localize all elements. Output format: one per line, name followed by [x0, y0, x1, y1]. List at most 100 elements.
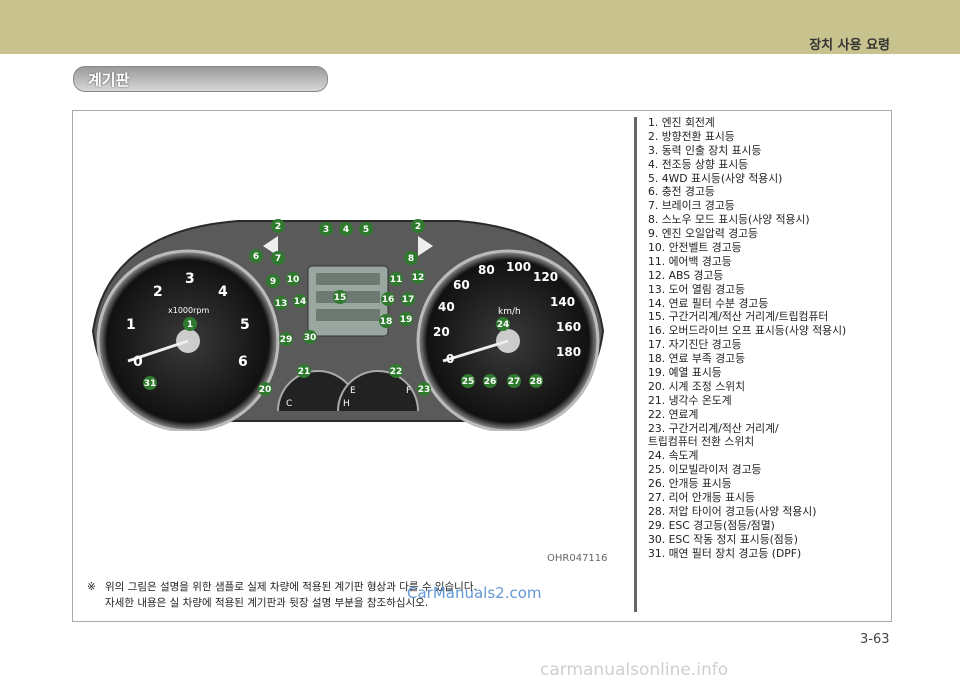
- svg-text:2: 2: [275, 222, 281, 232]
- fuel-label-f: F: [406, 386, 411, 396]
- legend-item: 20. 시계 조정 스위치: [648, 379, 745, 393]
- section-label-pill: 계기판: [73, 66, 328, 92]
- legend-item: 7. 브레이크 경고등: [648, 199, 735, 213]
- tach-tick-6: 6: [238, 354, 248, 370]
- svg-text:15: 15: [334, 293, 347, 303]
- tach-unit: x1000rpm: [168, 306, 209, 315]
- legend-item: 22. 연료계: [648, 407, 699, 421]
- lcd-segment-top: [316, 273, 380, 285]
- speed-tick-100: 100: [506, 260, 531, 274]
- legend-item: 28. 저압 타이어 경고등(사양 적용시): [648, 504, 817, 518]
- svg-text:31: 31: [144, 379, 157, 389]
- image-code: OHR047116: [547, 553, 608, 564]
- callout-30: 30: [303, 330, 317, 344]
- callout-18: 18: [379, 314, 393, 328]
- speed-tick-20: 20: [433, 325, 450, 339]
- svg-text:21: 21: [298, 367, 311, 377]
- svg-text:18: 18: [380, 317, 393, 327]
- tach-tick-1: 1: [126, 317, 136, 333]
- svg-text:25: 25: [462, 377, 475, 387]
- legend-item: 21. 냉각수 온도계: [648, 393, 732, 407]
- legend-item: 26. 안개등 표시등: [648, 477, 732, 491]
- callout-22: 22: [389, 364, 403, 378]
- callout-26: 26: [483, 374, 497, 388]
- callout-20: 20: [258, 382, 272, 396]
- tach-tick-2: 2: [153, 284, 163, 300]
- svg-text:7: 7: [275, 254, 281, 264]
- speed-tick-140: 140: [550, 295, 575, 309]
- tach-tick-3: 3: [185, 271, 195, 287]
- legend-item: 19. 예열 표시등: [648, 366, 722, 380]
- callout-2-left: 2: [271, 219, 285, 233]
- legend-item: 5. 4WD 표시등(사양 적용시): [648, 171, 783, 185]
- legend-item: 8. 스노우 모드 표시등(사양 적용시): [648, 213, 810, 227]
- svg-text:2: 2: [415, 222, 421, 232]
- callout-31: 31: [143, 376, 157, 390]
- callout-21: 21: [297, 364, 311, 378]
- note-line-2: 자세한 내용은 실 차량에 적용된 계기판과 뒷장 설명 부분을 참조하십시오.: [105, 597, 429, 609]
- legend-item: 15. 구간거리계/적산 거리계/트립컴퓨터: [648, 310, 829, 324]
- tach-tick-5: 5: [240, 317, 250, 333]
- legend-item: 31. 매연 필터 장치 경고등 (DPF): [648, 546, 802, 560]
- legend-item: 18. 연료 부족 경고등: [648, 352, 745, 366]
- callout-28: 28: [529, 374, 543, 388]
- svg-text:29: 29: [280, 335, 293, 345]
- legend-item: 4. 전조등 상향 표시등: [648, 157, 749, 171]
- tach-tick-0: 0: [133, 354, 143, 370]
- svg-text:19: 19: [400, 315, 413, 325]
- speed-tick-120: 120: [533, 270, 558, 284]
- legend-item: 14. 연료 필터 수분 경고등: [648, 296, 769, 310]
- legend-item: 27. 리어 안개등 표시등: [648, 491, 755, 505]
- legend-item: 13. 도어 열림 경고등: [648, 282, 745, 296]
- legend-item: 30. ESC 작동 정지 표시등(점등): [648, 532, 798, 546]
- callout-14: 14: [293, 294, 307, 308]
- callout-3: 3: [319, 222, 333, 236]
- legend-item: 1. 엔진 회전계: [648, 116, 715, 129]
- callout-11: 11: [389, 272, 403, 286]
- legend-divider: [634, 117, 637, 612]
- callout-29: 29: [279, 332, 293, 346]
- fuel-label-e: E: [350, 386, 356, 396]
- svg-text:14: 14: [294, 297, 307, 307]
- legend-item: 11. 에어백 경고등: [648, 254, 732, 268]
- svg-text:22: 22: [390, 367, 403, 377]
- section-label: 계기판: [88, 71, 130, 89]
- instrument-cluster-figure: 0 1 2 3 4 5 6 x1000rpm 0 20 40 60 80 100…: [73, 111, 613, 609]
- svg-text:30: 30: [304, 333, 317, 343]
- svg-text:12: 12: [412, 273, 425, 283]
- svg-text:27: 27: [508, 377, 521, 387]
- legend-list: 1. 엔진 회전계 2. 방향전환 표시등 3. 동력 인출 장치 표시등 4.…: [648, 116, 888, 561]
- top-banner: 장치 사용 요령: [0, 0, 960, 54]
- callout-1: 1: [183, 317, 197, 331]
- speed-tick-80: 80: [478, 263, 495, 277]
- svg-text:26: 26: [484, 377, 497, 387]
- legend-item: 10. 안전벨트 경고등: [648, 241, 742, 255]
- callout-4: 4: [339, 222, 353, 236]
- callout-17: 17: [401, 292, 415, 306]
- speed-tick-160: 160: [556, 320, 581, 334]
- svg-text:10: 10: [287, 275, 300, 285]
- callout-10: 10: [286, 272, 300, 286]
- legend-item: 3. 동력 인출 장치 표시등: [648, 143, 762, 157]
- legend-item: 6. 충전 경고등: [648, 185, 715, 199]
- legend-item: 트립컴퓨터 전환 스위치: [648, 435, 755, 449]
- section-title: 장치 사용 요령: [809, 38, 890, 53]
- callout-13: 13: [274, 296, 288, 310]
- svg-text:1: 1: [187, 320, 193, 330]
- callout-24: 24: [496, 317, 510, 331]
- svg-text:5: 5: [363, 225, 369, 235]
- legend-item: 29. ESC 경고등(점등/점멸): [648, 518, 775, 532]
- callout-23: 23: [417, 382, 431, 396]
- speed-tick-60: 60: [453, 278, 470, 292]
- speed-tick-180: 180: [556, 345, 581, 359]
- callout-27: 27: [507, 374, 521, 388]
- temp-label-h: H: [343, 399, 350, 409]
- legend-item: 17. 자기진단 경고등: [648, 338, 742, 352]
- svg-text:20: 20: [259, 385, 272, 395]
- callout-5: 5: [359, 222, 373, 236]
- footer-watermark: carmanualsonline.info: [540, 660, 729, 680]
- page-number: 3-63: [860, 632, 890, 647]
- svg-text:6: 6: [253, 252, 259, 262]
- svg-text:11: 11: [390, 275, 403, 285]
- svg-text:17: 17: [402, 295, 415, 305]
